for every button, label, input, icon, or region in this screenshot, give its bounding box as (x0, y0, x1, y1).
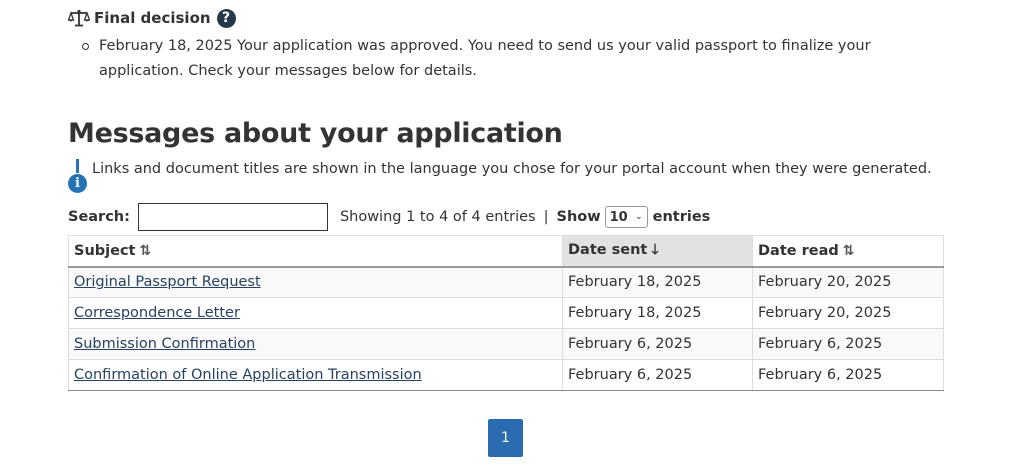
search-input[interactable] (137, 203, 328, 231)
final-decision-section: Final decision ? February 18, 2025 Your … (67, 8, 871, 79)
entries-label: entries (652, 209, 711, 225)
cell-date-read: February 20, 2025 (752, 297, 944, 329)
cell-date-read: February 6, 2025 (752, 359, 944, 391)
message-link[interactable]: Original Passport Request (74, 274, 261, 290)
decision-list-item: February 18, 2025 Your application was a… (82, 34, 882, 84)
cell-date-sent: February 6, 2025 (562, 359, 753, 391)
cell-subject: Original Passport Request (68, 266, 563, 298)
entries-length-select[interactable]: 10 ⌄ (604, 206, 648, 228)
final-decision-header: Final decision ? (67, 8, 236, 28)
table-controls: Search: Showing 1 to 4 of 4 entries | Sh… (68, 203, 710, 231)
info-note: i Links and document titles are shown in… (68, 157, 932, 193)
column-header-date-sent[interactable]: Date sent 🡓 (562, 235, 753, 268)
info-text: Links and document titles are shown in t… (92, 161, 932, 177)
message-link[interactable]: Correspondence Letter (74, 305, 240, 321)
entries-count: Showing 1 to 4 of 4 entries (339, 209, 536, 225)
table-header-row: Subject ⇅ Date sent 🡓 Date read ⇅ (68, 235, 944, 268)
cell-date-sent: February 6, 2025 (562, 328, 753, 360)
column-header-subject[interactable]: Subject ⇅ (68, 235, 563, 268)
entries-length-value: 10 (609, 209, 628, 225)
decision-text: February 18, 2025 Your application was a… (99, 38, 871, 79)
chevron-down-icon: ⌄ (635, 212, 643, 222)
table-row: Confirmation of Online Application Trans… (68, 359, 944, 391)
sort-icon: ⇅ (139, 242, 152, 259)
scale-icon (67, 9, 91, 27)
show-label: Show (556, 209, 601, 225)
final-decision-title: Final decision (94, 9, 211, 27)
messages-heading: Messages about your application (68, 118, 563, 149)
search-label: Search: (68, 209, 130, 225)
sort-descending-icon: 🡓 (651, 241, 659, 258)
bullet-icon (82, 43, 89, 50)
message-link[interactable]: Confirmation of Online Application Trans… (74, 367, 422, 383)
message-link[interactable]: Submission Confirmation (74, 336, 255, 352)
sort-icon: ⇅ (842, 242, 855, 259)
messages-table: Subject ⇅ Date sent 🡓 Date read ⇅ Original … (68, 235, 944, 391)
table-row: Submission Confirmation February 6, 2025… (68, 328, 944, 360)
cell-subject: Correspondence Letter (68, 297, 563, 329)
column-header-date-read[interactable]: Date read ⇅ (752, 235, 944, 268)
table-row: Original Passport Request February 18, 2… (68, 266, 944, 298)
cell-date-read: February 20, 2025 (752, 266, 944, 298)
info-icon: i (68, 157, 88, 193)
table-row: Correspondence Letter February 18, 2025 … (68, 297, 944, 329)
cell-date-sent: February 18, 2025 (562, 266, 753, 298)
cell-date-sent: February 18, 2025 (562, 297, 753, 329)
cell-subject: Submission Confirmation (68, 328, 563, 360)
pagination-page-button[interactable]: 1 (488, 419, 523, 457)
cell-subject: Confirmation of Online Application Trans… (68, 359, 563, 391)
cell-date-read: February 6, 2025 (752, 328, 944, 360)
help-icon[interactable]: ? (216, 8, 236, 28)
separator: | (543, 209, 549, 225)
